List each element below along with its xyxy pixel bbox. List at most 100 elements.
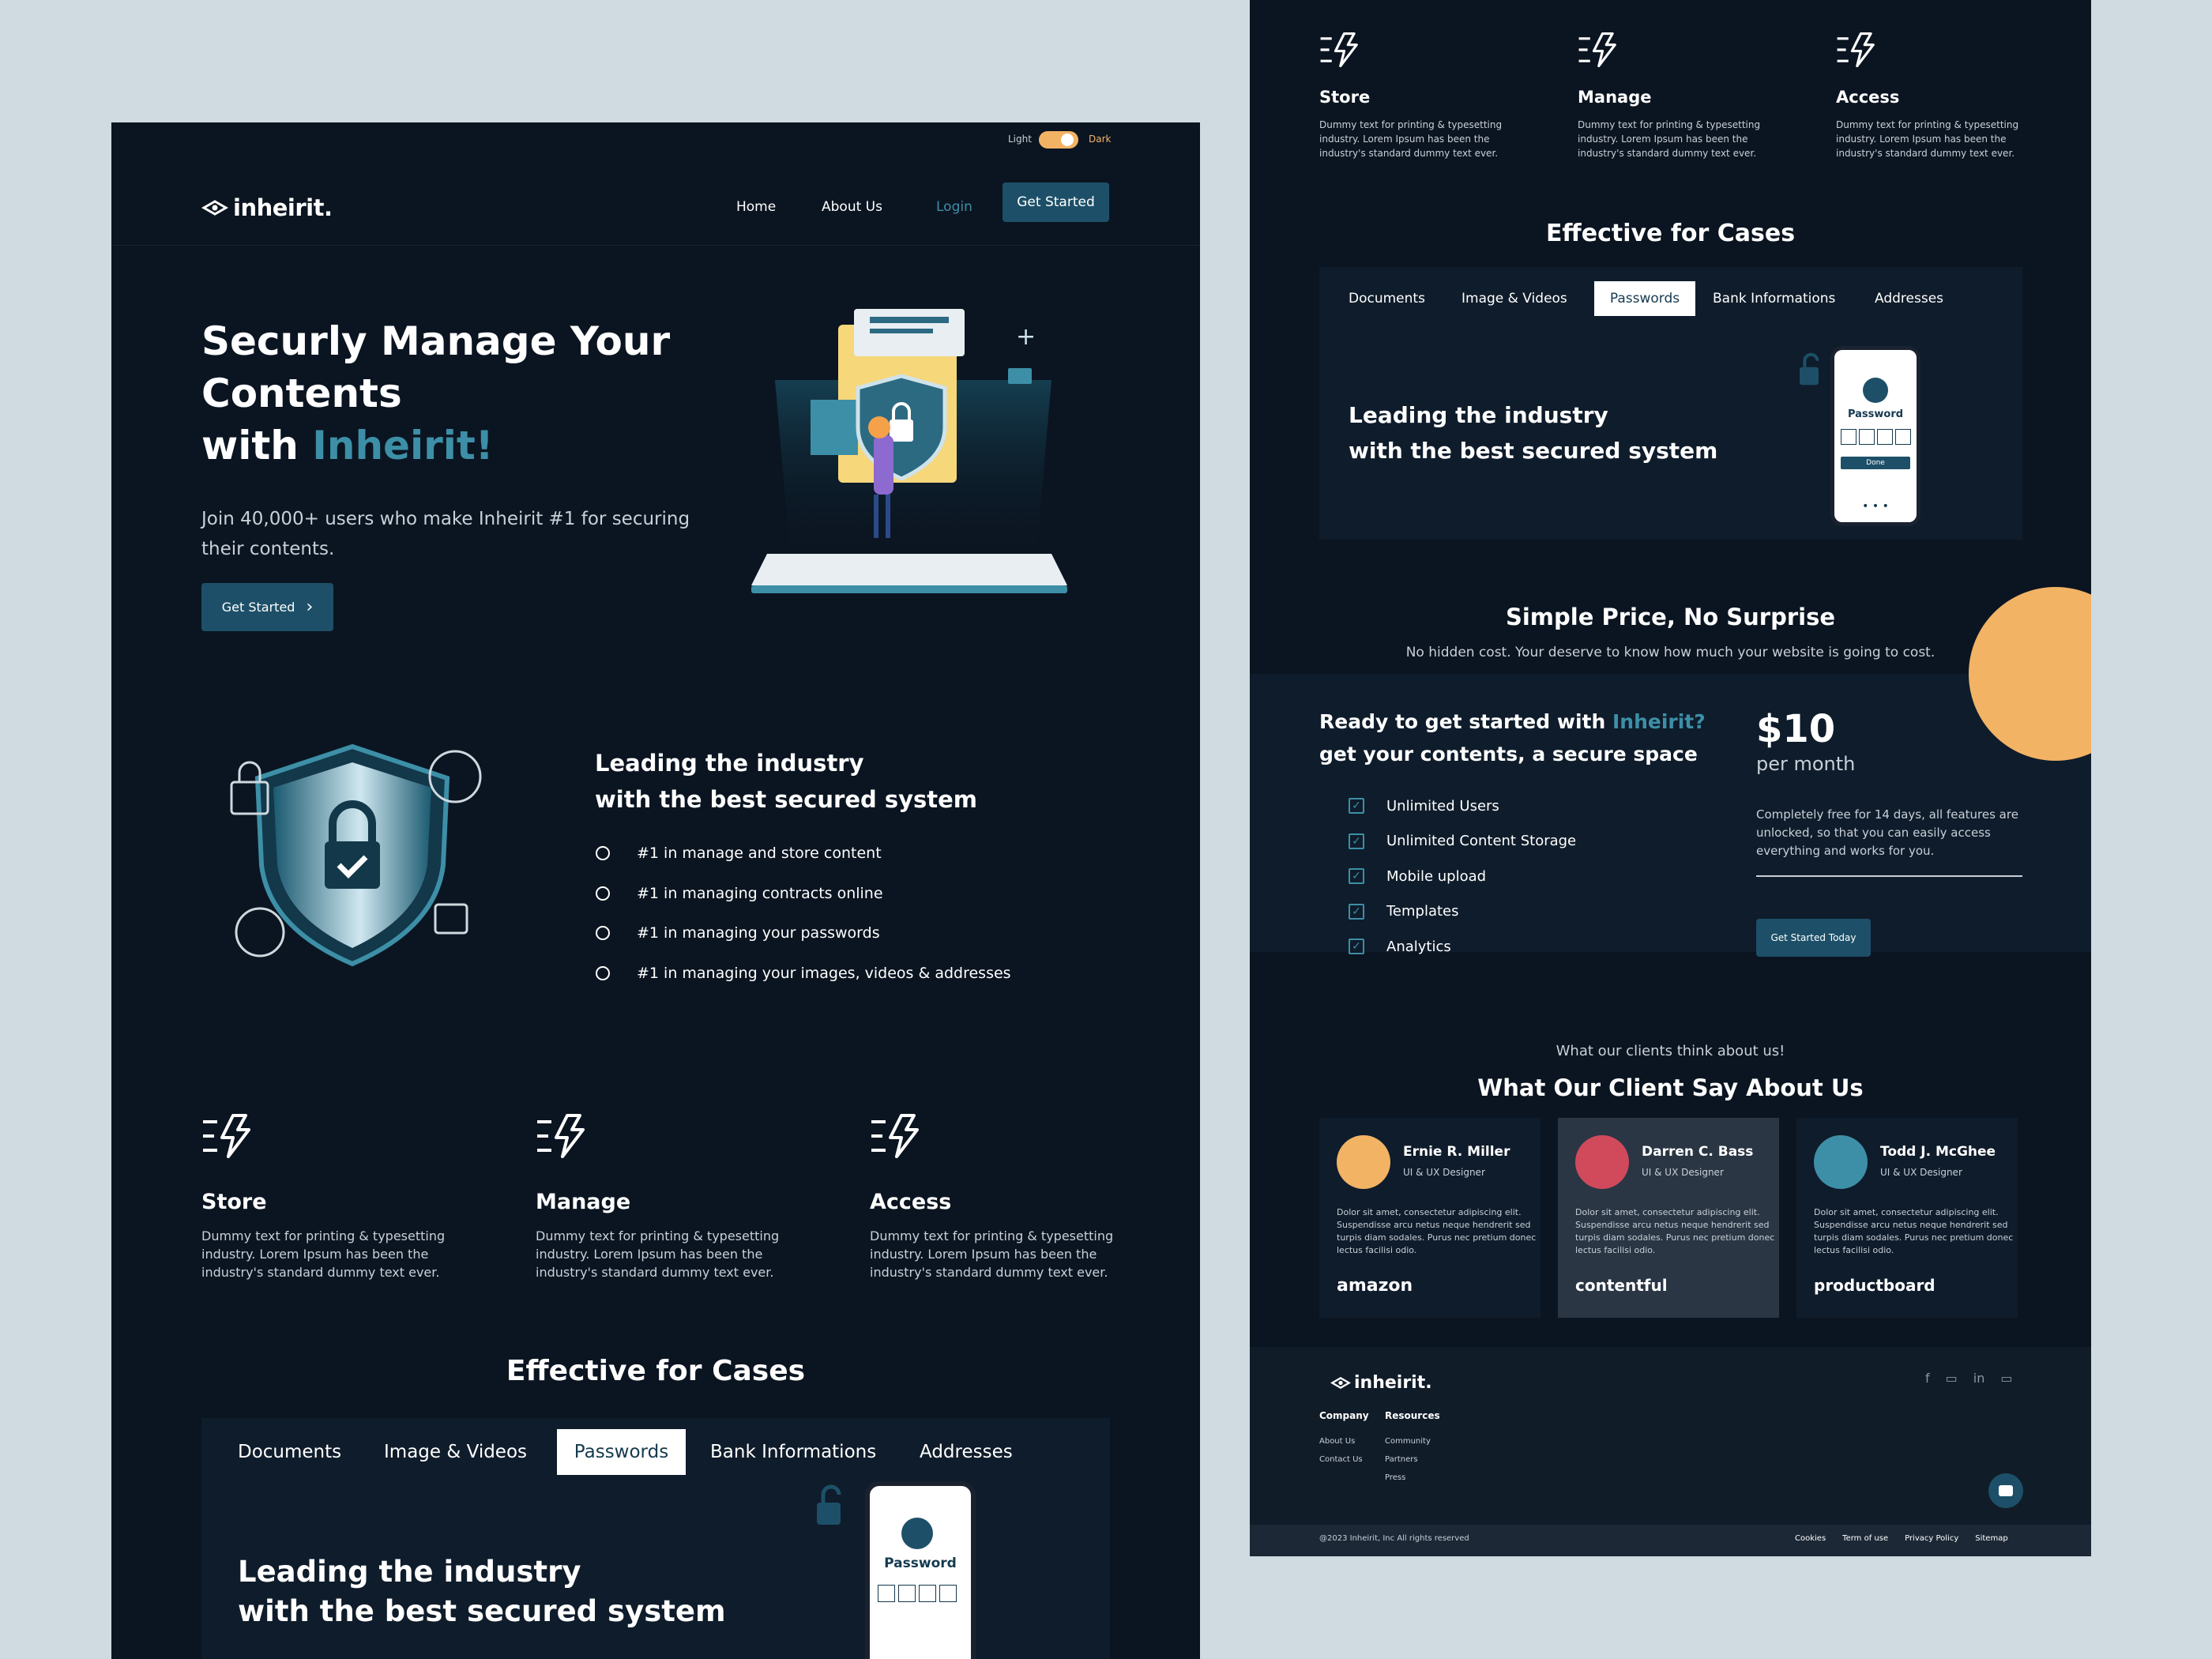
footer-bottom-bar: @2023 Inheirit, Inc All rights reserved … — [1250, 1525, 2091, 1556]
pricing-feature: ✓ Mobile upload — [1349, 859, 1576, 893]
tab-image-videos[interactable]: Image & Videos — [384, 1429, 527, 1475]
footer-company-title: Company — [1319, 1410, 1369, 1421]
footer-legal-link[interactable]: Sitemap — [1975, 1534, 2007, 1543]
circle-icon — [596, 886, 610, 901]
cases-panel-title: Leading the industry with the best secure… — [238, 1555, 726, 1628]
leading-list-item: #1 in managing contracts online — [596, 873, 1011, 913]
tab-passwords[interactable]: Passwords — [557, 1429, 686, 1475]
feature-access: Access Dummy text for printing & typeset… — [870, 1112, 1186, 1286]
testimonials-title: What Our Client Say About Us — [1477, 1074, 1864, 1101]
theme-toggle[interactable] — [1039, 131, 1078, 149]
avatar — [1814, 1135, 1868, 1189]
landing-page-right: Store Dummy text for printing & typesett… — [1250, 0, 2091, 1556]
leading-list-item: #1 in managing your images, videos & add… — [596, 953, 1011, 993]
nav-about[interactable]: About Us — [822, 194, 882, 220]
footer-link[interactable]: Community — [1385, 1432, 1431, 1450]
price-period: per month — [1756, 753, 1856, 775]
feature-access: Access Dummy text for printing & typeset… — [1836, 31, 2065, 165]
lightning-icon — [1578, 31, 1619, 69]
tab-addresses[interactable]: Addresses — [920, 1429, 1013, 1475]
feature-store: Store Dummy text for printing & typesett… — [201, 1112, 517, 1286]
facebook-icon[interactable]: f — [1925, 1371, 1930, 1386]
avatar — [1337, 1135, 1390, 1189]
theme-dark-label: Dark — [1089, 134, 1112, 145]
logo-icon — [1330, 1376, 1352, 1390]
cases-panel: Documents Image & Videos Passwords Bank … — [1319, 267, 2022, 540]
cases-title: Effective for Cases — [506, 1355, 806, 1387]
lightning-icon — [1319, 31, 1360, 69]
footer: inheirit. Company About Us Contact Us Re… — [1250, 1347, 2091, 1556]
tab-addresses[interactable]: Addresses — [1875, 281, 1943, 316]
footer-resources-title: Resources — [1385, 1410, 1440, 1421]
footer-link[interactable]: Press — [1385, 1469, 1431, 1487]
tab-bank-informations[interactable]: Bank Informations — [1713, 281, 1835, 316]
svg-text:+: + — [1016, 323, 1036, 351]
social-icons: f ▭ in ▭ — [1925, 1371, 2012, 1386]
footer-logo[interactable]: inheirit. — [1330, 1373, 1432, 1393]
phone-mockup: Password — [865, 1481, 976, 1659]
hero-title-brand: Inheirit! — [312, 423, 494, 468]
landing-page-left: Light Dark inheirit. Home About Us Login… — [111, 122, 1200, 1659]
footer-legal-link[interactable]: Privacy Policy — [1905, 1534, 1958, 1543]
leading-list-item: #1 in manage and store content — [596, 833, 1011, 873]
shield-illustration — [214, 731, 491, 968]
linkedin-icon[interactable]: in — [1973, 1371, 1985, 1386]
hero-illustration: + — [751, 309, 1067, 625]
lock-icon — [1863, 378, 1888, 403]
logo-icon — [201, 199, 229, 216]
tab-bank-informations[interactable]: Bank Informations — [710, 1429, 876, 1475]
tab-image-videos[interactable]: Image & Videos — [1462, 281, 1567, 316]
check-icon: ✓ — [1349, 833, 1364, 849]
hero-get-started-button[interactable]: Get Started › — [201, 583, 333, 631]
logo-text: inheirit. — [233, 194, 333, 221]
testimonial-card: Darren C. Bass UI & UX Designer Dolor si… — [1558, 1118, 1779, 1318]
tab-documents[interactable]: Documents — [238, 1429, 341, 1475]
pricing-feature-list: ✓ Unlimited Users ✓ Unlimited Content Stor… — [1349, 788, 1576, 964]
footer-legal-link[interactable]: Cookies — [1795, 1534, 1826, 1543]
pricing-title: Simple Price, No Surprise — [1505, 604, 1836, 630]
lock-icon — [901, 1518, 933, 1549]
circle-icon — [596, 846, 610, 860]
nav-home[interactable]: Home — [736, 194, 776, 220]
feature-manage: Manage Dummy text for printing & typeset… — [1578, 31, 1807, 165]
company-logo: contentful — [1575, 1276, 1668, 1295]
feature-store: Store Dummy text for printing & typesett… — [1319, 31, 1548, 165]
cases-title: Effective for Cases — [1545, 220, 1796, 247]
phone-mockup: Password Done • • • — [1830, 346, 1920, 526]
leading-title: Leading the industry with the best secur… — [595, 750, 978, 813]
message-icon[interactable]: ▭ — [2000, 1371, 2012, 1386]
phone-done-button: Done — [1841, 457, 1910, 469]
lightning-icon — [536, 1112, 588, 1160]
footer-link[interactable]: About Us — [1319, 1432, 1363, 1450]
footer-link[interactable]: Contact Us — [1319, 1450, 1363, 1469]
pricing-feature: ✓ Unlimited Content Storage — [1349, 823, 1576, 859]
copyright-text: @2023 Inheirit, Inc All rights reserved — [1319, 1534, 1469, 1543]
chat-icon[interactable]: ▭ — [1946, 1371, 1958, 1386]
check-icon: ✓ — [1349, 798, 1364, 814]
company-logo: amazon — [1337, 1276, 1413, 1296]
pricing-panel: Ready to get started with Inheirit? get … — [1250, 587, 2091, 957]
unlock-icon — [809, 1482, 848, 1529]
logo[interactable]: inheirit. — [201, 188, 333, 228]
nav-get-started-button[interactable]: Get Started — [1003, 182, 1109, 222]
get-started-today-button[interactable]: Get Started Today — [1756, 919, 1871, 957]
pricing-feature: ✓ Analytics — [1349, 929, 1576, 964]
check-icon: ✓ — [1349, 868, 1364, 884]
company-logo: productboard — [1814, 1276, 1936, 1295]
chat-bubble-icon[interactable] — [1988, 1473, 2023, 1508]
price-divider — [1756, 875, 2022, 877]
footer-legal-link[interactable]: Term of use — [1842, 1534, 1888, 1543]
nav-login[interactable]: Login — [936, 194, 972, 220]
testimonial-card: Todd J. McGhee UI & UX Designer Dolor si… — [1796, 1118, 2018, 1318]
footer-link[interactable]: Partners — [1385, 1450, 1431, 1469]
lightning-icon — [870, 1112, 922, 1160]
feature-manage: Manage Dummy text for printing & typeset… — [536, 1112, 852, 1286]
hero-subtitle: Join 40,000+ users who make Inheirit #1 … — [201, 509, 690, 559]
price-description: Completely free for 14 days, all feature… — [1756, 807, 2018, 858]
theme-light-label: Light — [1008, 134, 1032, 145]
tab-passwords[interactable]: Passwords — [1594, 281, 1695, 316]
pricing-feature: ✓ Templates — [1349, 893, 1576, 929]
leading-list-item: #1 in managing your passwords — [596, 913, 1011, 953]
tab-documents[interactable]: Documents — [1349, 281, 1425, 316]
lightning-icon — [201, 1112, 254, 1160]
